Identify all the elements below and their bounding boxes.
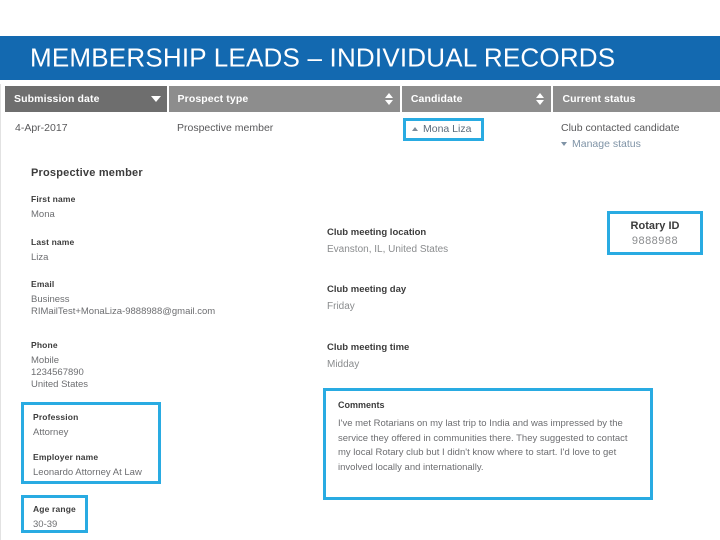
chevron-down-icon: [561, 142, 567, 146]
caret-down-icon[interactable]: [150, 96, 161, 102]
manage-status-label: Manage status: [572, 138, 641, 150]
rotary-id-label: Rotary ID: [630, 220, 680, 232]
sort-desc-arrow: [384, 100, 393, 105]
profession-highlight-box: Profession Attorney Employer name Leonar…: [21, 402, 161, 484]
field-club-meeting-location: Club meeting location Evanston, IL, Unit…: [327, 227, 448, 255]
cell-candidate[interactable]: Mona Liza: [403, 118, 485, 141]
field-club-meeting-time: Club meeting time Midday: [327, 342, 409, 370]
field-first-name: First name Mona: [31, 194, 76, 221]
column-header-submission-date[interactable]: Submission date: [5, 86, 167, 112]
comments-label: Comments: [338, 400, 385, 410]
column-header-current-status[interactable]: Current status: [553, 86, 720, 112]
field-label: Phone: [31, 340, 58, 350]
sort-asc-arrow: [384, 93, 393, 98]
field-value: Mobile 1234567890 United States: [31, 355, 89, 390]
field-value: Evanston, IL, United States: [327, 244, 449, 255]
sort-both-icon[interactable]: [536, 92, 545, 106]
comments-text: I've met Rotarians on my last trip to In…: [338, 418, 628, 473]
column-header-label: Candidate: [410, 93, 463, 105]
field-label: Email: [31, 279, 55, 289]
field-label: First name: [31, 194, 76, 204]
column-header-label: Prospect type: [177, 93, 249, 105]
detail-section-title: Prospective member: [31, 167, 143, 179]
field-last-name: Last name Liza: [31, 237, 74, 264]
column-header-label: Current status: [562, 93, 636, 105]
field-label: Club meeting day: [327, 284, 407, 295]
screenshot-region: Submission date Prospect type Candidate …: [0, 84, 720, 540]
title-banner: MEMBERSHIP LEADS – INDIVIDUAL RECORDS: [0, 36, 720, 80]
field-value: Mona: [31, 209, 55, 220]
manage-status-link[interactable]: Manage status: [561, 138, 641, 150]
field-email: Email Business RIMailTest+MonaLiza-98889…: [31, 279, 215, 318]
age-range-highlight-box: Age range 30-39: [21, 495, 88, 533]
field-value: Leonardo Attorney At Law: [33, 467, 142, 478]
table-header: Submission date Prospect type Candidate …: [5, 86, 720, 112]
field-label: Employer name: [33, 452, 99, 462]
field-label: Last name: [31, 237, 75, 247]
field-label: Club meeting location: [327, 227, 427, 238]
field-value: 30-39: [33, 519, 58, 530]
field-value: Midday: [327, 359, 360, 370]
caret-up-icon[interactable]: [412, 127, 418, 131]
table-row[interactable]: 4-Apr-2017 Prospective member Mona Liza …: [5, 114, 720, 154]
cell-submission-date: 4-Apr-2017: [15, 122, 68, 134]
field-label: Age range: [33, 504, 76, 514]
rotary-id-highlight-box: Rotary ID 9888988: [607, 211, 703, 255]
cell-current-status: Club contacted candidate: [561, 122, 680, 134]
candidate-name: Mona Liza: [423, 123, 472, 135]
comments-highlight-box: Comments I've met Rotarians on my last t…: [323, 388, 653, 500]
field-phone: Phone Mobile 1234567890 United States: [31, 340, 88, 391]
slide: MEMBERSHIP LEADS – INDIVIDUAL RECORDS Su…: [0, 0, 720, 540]
field-label: Club meeting time: [327, 342, 410, 353]
field-value: Liza: [31, 252, 49, 263]
sort-asc-arrow: [536, 93, 545, 98]
column-header-label: Submission date: [14, 93, 100, 105]
candidate-highlight-chip[interactable]: Mona Liza: [403, 118, 485, 141]
field-label: Profession: [33, 412, 79, 422]
field-value: Business RIMailTest+MonaLiza-9888988@gma…: [31, 294, 216, 317]
cell-prospect-type: Prospective member: [177, 122, 274, 134]
field-club-meeting-day: Club meeting day Friday: [327, 284, 406, 312]
column-header-prospect-type[interactable]: Prospect type: [168, 86, 400, 112]
rotary-id-value: 9888988: [631, 235, 679, 247]
field-profession: Profession Attorney: [33, 412, 158, 439]
field-employer-name: Employer name Leonardo Attorney At Law: [33, 452, 158, 479]
field-value: Attorney: [33, 427, 69, 438]
sort-both-icon[interactable]: [384, 92, 394, 106]
sort-desc-arrow: [536, 100, 545, 105]
page-title: MEMBERSHIP LEADS – INDIVIDUAL RECORDS: [30, 42, 616, 73]
field-value: Friday: [327, 301, 355, 312]
column-header-candidate[interactable]: Candidate: [401, 86, 552, 112]
